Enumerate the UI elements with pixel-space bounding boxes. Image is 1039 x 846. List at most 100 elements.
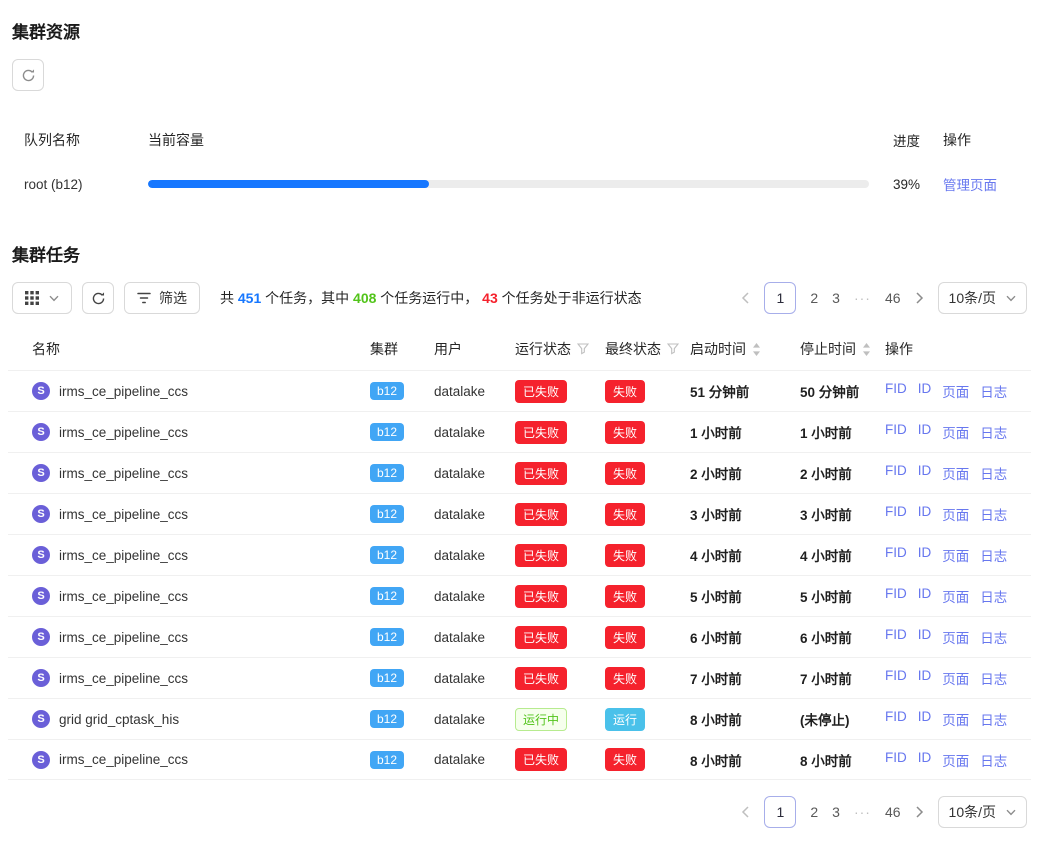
- log-link[interactable]: 日志: [980, 750, 1007, 770]
- pagination-page-last[interactable]: 46: [885, 804, 901, 820]
- manage-page-link[interactable]: 管理页面: [943, 178, 997, 193]
- page-size-select[interactable]: 10条/页: [938, 796, 1027, 828]
- fid-link[interactable]: FID: [885, 545, 907, 565]
- task-name: grid grid_cptask_his: [59, 712, 179, 727]
- user-header-label: 用户: [434, 339, 462, 359]
- task-ops: FID ID 页面日志: [885, 381, 1015, 401]
- task-ops: FID ID 页面日志: [885, 504, 1015, 524]
- fid-link[interactable]: FID: [885, 709, 907, 729]
- fid-link[interactable]: FID: [885, 586, 907, 606]
- pagination-ellipsis[interactable]: ···: [854, 290, 871, 306]
- id-link[interactable]: ID: [918, 668, 932, 688]
- table-row: S irms_ce_pipeline_ccs b12 datalake 已失败 …: [8, 370, 1031, 411]
- log-link[interactable]: 日志: [980, 709, 1007, 729]
- final-status-badge: 失败: [605, 462, 645, 485]
- start-time: 7 小时前: [690, 668, 800, 688]
- filter-funnel-icon[interactable]: [577, 343, 589, 355]
- log-link[interactable]: 日志: [980, 668, 1007, 688]
- start-time: 4 小时前: [690, 545, 800, 565]
- id-link[interactable]: ID: [918, 709, 932, 729]
- pagination-page-2[interactable]: 2: [810, 290, 818, 306]
- log-link[interactable]: 日志: [980, 627, 1007, 647]
- stop-time: 50 分钟前: [800, 381, 885, 401]
- stop-time-header: 停止时间: [800, 339, 885, 359]
- ops-header: 操作: [943, 130, 1015, 150]
- pagination-page-last[interactable]: 46: [885, 290, 901, 306]
- queue-table: 队列名称 当前容量 进度 操作 root (b12) 39% 管理页面: [8, 121, 1031, 209]
- filter-funnel-icon[interactable]: [667, 343, 679, 355]
- page-link[interactable]: 页面: [942, 627, 969, 647]
- pagination-next-icon[interactable]: [915, 292, 924, 304]
- task-user: datalake: [434, 384, 515, 399]
- running-count: 408: [353, 290, 376, 306]
- progress-track: [148, 180, 869, 188]
- task-name-cell: S irms_ce_pipeline_ccs: [32, 464, 370, 482]
- page-link[interactable]: 页面: [942, 422, 969, 442]
- fid-link[interactable]: FID: [885, 627, 907, 647]
- page-size-select[interactable]: 10条/页: [938, 282, 1027, 314]
- resources-refresh-button[interactable]: [12, 59, 44, 91]
- fid-link[interactable]: FID: [885, 381, 907, 401]
- log-link[interactable]: 日志: [980, 545, 1007, 565]
- pagination-prev-icon[interactable]: [741, 292, 750, 304]
- page-link[interactable]: 页面: [942, 750, 969, 770]
- pagination-page-3[interactable]: 3: [832, 290, 840, 306]
- log-link[interactable]: 日志: [980, 586, 1007, 606]
- fid-link[interactable]: FID: [885, 463, 907, 483]
- fid-link[interactable]: FID: [885, 750, 907, 770]
- id-link[interactable]: ID: [918, 586, 932, 606]
- filter-button[interactable]: 筛选: [124, 282, 200, 314]
- pagination-page-3[interactable]: 3: [832, 804, 840, 820]
- fid-link[interactable]: FID: [885, 668, 907, 688]
- fid-link[interactable]: FID: [885, 504, 907, 524]
- id-link[interactable]: ID: [918, 750, 932, 770]
- pagination-page-1[interactable]: 1: [764, 796, 796, 828]
- stop-time-header-label: 停止时间: [800, 339, 856, 359]
- cluster-header-label: 集群: [370, 339, 398, 359]
- task-name: irms_ce_pipeline_ccs: [59, 548, 188, 563]
- pagination-ellipsis[interactable]: ···: [854, 804, 871, 820]
- task-ops: FID ID 页面日志: [885, 750, 1015, 770]
- log-link[interactable]: 日志: [980, 463, 1007, 483]
- tasks-refresh-button[interactable]: [82, 282, 114, 314]
- id-link[interactable]: ID: [918, 381, 932, 401]
- spark-avatar: S: [32, 669, 50, 687]
- page-link[interactable]: 页面: [942, 586, 969, 606]
- page-link[interactable]: 页面: [942, 463, 969, 483]
- cluster-tasks-title: 集群任务: [12, 241, 1027, 266]
- log-link[interactable]: 日志: [980, 422, 1007, 442]
- fid-link[interactable]: FID: [885, 422, 907, 442]
- page-link[interactable]: 页面: [942, 504, 969, 524]
- pagination-next-icon[interactable]: [915, 806, 924, 818]
- page-link[interactable]: 页面: [942, 709, 969, 729]
- run-status-badge: 已失败: [515, 626, 567, 649]
- page-link[interactable]: 页面: [942, 668, 969, 688]
- id-link[interactable]: ID: [918, 545, 932, 565]
- stop-time: 5 小时前: [800, 586, 885, 606]
- user-header: 用户: [434, 339, 515, 359]
- summary-text: 个任务，其中: [261, 290, 353, 306]
- spark-avatar: S: [32, 587, 50, 605]
- pagination-page-1[interactable]: 1: [764, 282, 796, 314]
- task-name: irms_ce_pipeline_ccs: [59, 507, 188, 522]
- log-link[interactable]: 日志: [980, 504, 1007, 524]
- stop-time: 6 小时前: [800, 627, 885, 647]
- id-link[interactable]: ID: [918, 504, 932, 524]
- sort-icon[interactable]: [862, 343, 871, 356]
- id-link[interactable]: ID: [918, 463, 932, 483]
- run-status-badge: 已失败: [515, 503, 567, 526]
- page-link[interactable]: 页面: [942, 545, 969, 565]
- task-name-cell: S irms_ce_pipeline_ccs: [32, 546, 370, 564]
- pagination-page-2[interactable]: 2: [810, 804, 818, 820]
- id-link[interactable]: ID: [918, 422, 932, 442]
- task-name-cell: S irms_ce_pipeline_ccs: [32, 505, 370, 523]
- id-link[interactable]: ID: [918, 627, 932, 647]
- columns-dropdown-button[interactable]: [12, 282, 72, 314]
- pagination-prev-icon[interactable]: [741, 806, 750, 818]
- run-status-badge: 已失败: [515, 421, 567, 444]
- page-link[interactable]: 页面: [942, 381, 969, 401]
- log-link[interactable]: 日志: [980, 381, 1007, 401]
- pagination-top: 1 2 3 ··· 46 10条/页: [741, 282, 1027, 314]
- sort-icon[interactable]: [752, 343, 761, 356]
- task-name: irms_ce_pipeline_ccs: [59, 425, 188, 440]
